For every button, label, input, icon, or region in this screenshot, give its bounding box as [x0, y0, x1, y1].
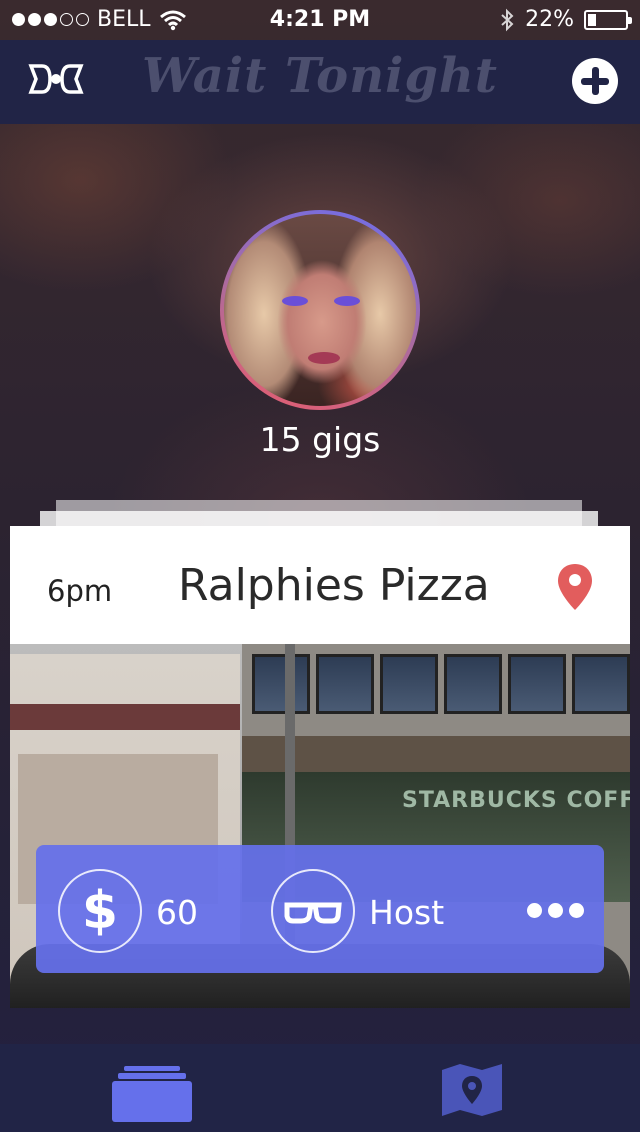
battery-fill: [588, 13, 596, 26]
photo-window: [380, 654, 438, 714]
glasses-icon: [284, 902, 342, 924]
gigs-count: 15 gigs: [259, 420, 381, 459]
plus-circle-icon[interactable]: [572, 58, 618, 104]
photo-band: [10, 704, 240, 730]
dollar-icon: $: [81, 881, 119, 941]
tab-bar: [0, 1044, 640, 1132]
role-label: Host: [369, 893, 445, 932]
battery-percent: 22%: [525, 7, 574, 32]
more-dot: [548, 903, 563, 918]
avatar-eye: [334, 296, 360, 306]
photo-awning: [242, 736, 630, 772]
nav-bar: Wait Tonight: [0, 40, 640, 124]
photo-windows: [252, 654, 630, 714]
pay-amount: 60: [156, 893, 198, 932]
avatar-eye: [282, 296, 308, 306]
photo-window: [508, 654, 566, 714]
profile-avatar-ring[interactable]: [220, 210, 420, 410]
avatar-lips: [308, 352, 340, 364]
pay-badge: $: [58, 869, 142, 953]
venue-name: Ralphies Pizza: [178, 560, 490, 611]
more-dot: [569, 903, 584, 918]
map-pin-icon[interactable]: [556, 562, 594, 612]
photo-window: [316, 654, 374, 714]
gig-time: 6pm: [47, 574, 113, 608]
more-dots-icon[interactable]: [527, 903, 584, 918]
gig-info-bar: $ 60 Host: [36, 845, 604, 973]
app-title: Wait Tonight: [142, 48, 498, 104]
photo-window: [572, 654, 630, 714]
gig-card-header: 6pm Ralphies Pizza: [10, 526, 630, 644]
status-bar: BELL 4:21 PM 22%: [0, 0, 640, 40]
status-right: 22%: [499, 7, 632, 32]
photo-window: [444, 654, 502, 714]
card-stack-icon[interactable]: [112, 1066, 192, 1122]
bluetooth-icon: [501, 8, 514, 31]
avatar: [224, 214, 416, 406]
more-dot: [527, 903, 542, 918]
storefront-sign: STARBUCKS COFFE: [402, 788, 630, 813]
battery-icon: [584, 9, 632, 30]
map-icon[interactable]: [442, 1064, 502, 1116]
role-badge: [271, 869, 355, 953]
photo-window: [252, 654, 310, 714]
